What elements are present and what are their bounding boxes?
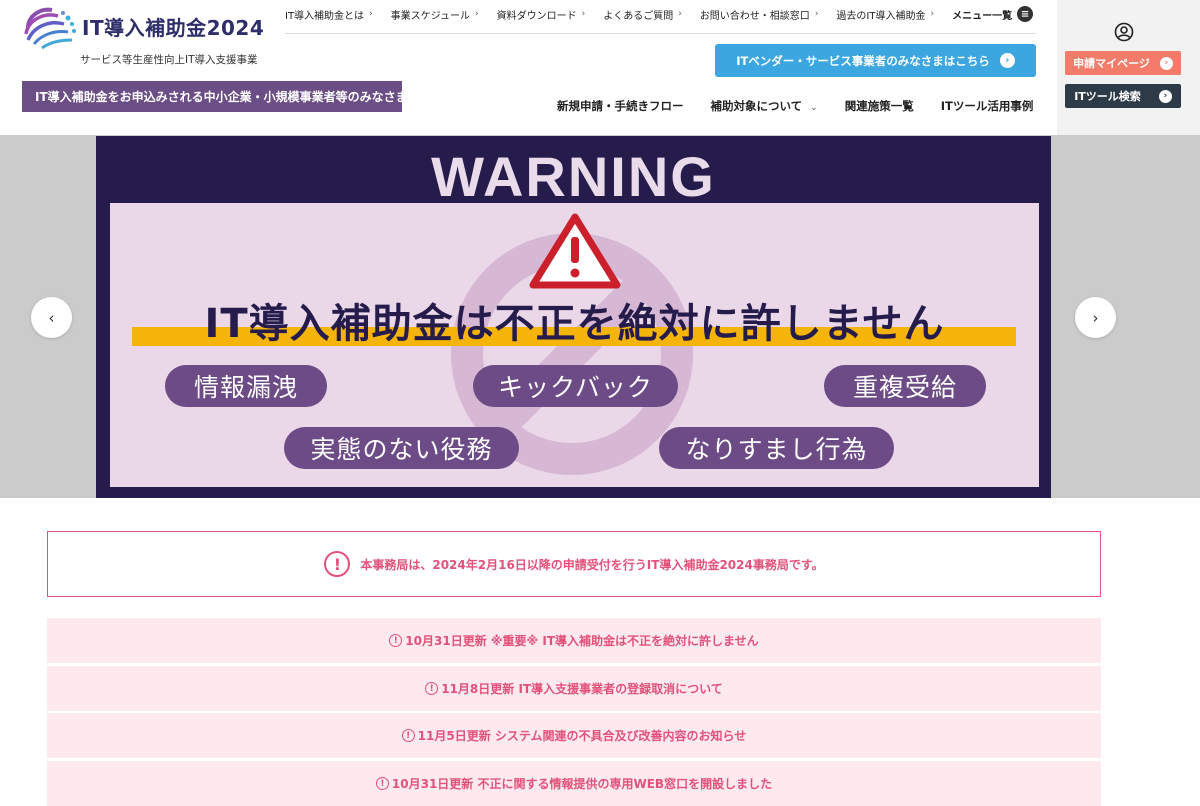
carousel-prev-button[interactable]: ‹ bbox=[31, 297, 72, 338]
site-header: IT導入補助金2024 サービス等生産性向上IT導入支援事業 IT導入補助金をお… bbox=[0, 0, 1200, 136]
menu-list-button[interactable]: メニュー一覧 ≡ bbox=[952, 6, 1034, 22]
main-nav: 新規申請・手続きフロー 補助対象について ⌄ 関連施策一覧 ITツール活用事例 bbox=[557, 98, 1033, 114]
topnav-label: お問い合わせ・相談窓口 bbox=[699, 10, 810, 22]
update-link[interactable]: ! 11月8日更新 IT導入支援事業者の登録取消について bbox=[47, 666, 1101, 711]
notice-text: 本事務局は、2024年2月16日以降の申請受付を行うIT導入補助金2024事務局… bbox=[360, 557, 824, 572]
logo-mark-icon bbox=[24, 7, 76, 50]
account-panel: 申請マイページ › ITツール検索 › bbox=[1057, 0, 1200, 136]
tag-pill: なりすまし行為 bbox=[659, 427, 894, 469]
update-text: 10月31日更新 ※重要※ IT導入補助金は不正を絶対に許しません bbox=[405, 634, 759, 648]
update-text: 11月8日更新 IT導入支援事業者の登録取消について bbox=[441, 682, 723, 696]
mypage-button[interactable]: 申請マイページ › bbox=[1065, 51, 1181, 75]
mainnav-label: 補助対象について bbox=[710, 99, 803, 113]
exclamation-icon: ! bbox=[324, 551, 351, 577]
slide-panel: IT導入補助金は不正を絶対に許しません 情報漏洩 キックバック 重複受給 実態の… bbox=[110, 203, 1039, 487]
topnav-label: よくあるご質問 bbox=[603, 10, 674, 22]
vendor-button-label: ITベンダー・サービス事業者のみなさまはこちら bbox=[736, 53, 990, 68]
chevron-right-icon: › bbox=[369, 9, 373, 19]
update-link[interactable]: ! 10月31日更新 ※重要※ IT導入補助金は不正を絶対に許しません bbox=[47, 618, 1101, 663]
exclamation-icon: ! bbox=[401, 729, 415, 742]
exclamation-icon: ! bbox=[389, 634, 403, 647]
mainnav-item-flow[interactable]: 新規申請・手続きフロー bbox=[557, 98, 684, 114]
hero-carousel: WARNING IT導入補助金は不正を絶対に許しません 情報漏洩 キックバック … bbox=[0, 136, 1200, 498]
tag-pill: 実態のない役務 bbox=[284, 427, 519, 469]
chevron-down-icon: ⌄ bbox=[810, 103, 818, 113]
circle-arrow-right-icon: › bbox=[1159, 56, 1173, 70]
update-text: 11月5日更新 システム関連の不具合及び改善内容のお知らせ bbox=[417, 729, 747, 743]
topnav-label: IT導入補助金とは bbox=[285, 10, 365, 22]
vendor-button[interactable]: ITベンダー・サービス事業者のみなさまはこちら › bbox=[715, 44, 1036, 77]
tag-pill: 重複受給 bbox=[824, 365, 986, 407]
update-link[interactable]: ! 11月5日更新 システム関連の不具合及び改善内容のお知らせ bbox=[47, 713, 1101, 758]
chevron-right-icon: › bbox=[814, 9, 819, 19]
hamburger-icon: ≡ bbox=[1017, 6, 1034, 22]
warning-title: WARNING bbox=[431, 145, 716, 208]
chevron-right-icon: › bbox=[474, 9, 479, 19]
menu-label: メニュー一覧 bbox=[952, 10, 1013, 22]
update-text: 10月31日更新 不正に関する情報提供の専用WEB窓口を開設しました bbox=[391, 777, 773, 791]
topnav-label: 資料ダウンロード bbox=[496, 10, 577, 22]
tool-search-button-label: ITツール検索 bbox=[1074, 90, 1141, 103]
topnav-item-past[interactable]: 過去のIT導入補助金 › bbox=[836, 7, 934, 22]
carousel-slide[interactable]: WARNING IT導入補助金は不正を絶対に許しません 情報漏洩 キックバック … bbox=[96, 136, 1051, 498]
mainnav-item-eligibility[interactable]: 補助対象について ⌄ bbox=[711, 98, 818, 114]
mypage-button-label: 申請マイページ bbox=[1073, 57, 1150, 70]
topnav-item-schedule[interactable]: 事業スケジュール › bbox=[391, 7, 479, 22]
logo-subtitle: サービス等生産性向上IT導入支援事業 bbox=[80, 54, 258, 66]
topnav-divider bbox=[285, 33, 1036, 34]
tag-pill: 情報漏洩 bbox=[165, 365, 327, 407]
topnav-item-faq[interactable]: よくあるご質問 › bbox=[603, 7, 682, 22]
chevron-right-icon: › bbox=[581, 9, 586, 19]
circle-arrow-right-icon: › bbox=[999, 53, 1015, 68]
top-nav: IT導入補助金とは › 事業スケジュール › 資料ダウンロード › よくあるご質問 › … bbox=[285, 6, 1034, 22]
slide-headline: IT導入補助金は不正を絶対に許しません bbox=[204, 301, 945, 347]
chevron-right-icon: › bbox=[1092, 308, 1099, 327]
chevron-left-icon: ‹ bbox=[48, 308, 55, 327]
carousel-next-button[interactable]: › bbox=[1075, 297, 1116, 338]
topnav-label: 事業スケジュール bbox=[390, 10, 470, 22]
audience-banner[interactable]: IT導入補助金をお申込みされる中小企業・小規模事業者等のみなさま bbox=[22, 81, 408, 112]
user-icon[interactable] bbox=[1114, 22, 1134, 42]
topnav-label: 過去のIT導入補助金 bbox=[836, 10, 926, 22]
chevron-right-icon: › bbox=[678, 9, 682, 19]
site-logo[interactable]: IT導入補助金2024 bbox=[22, 4, 265, 54]
topnav-item-downloads[interactable]: 資料ダウンロード › bbox=[497, 7, 586, 22]
update-link[interactable]: ! 10月31日更新 不正に関する情報提供の専用WEB窓口を開設しました bbox=[47, 761, 1101, 806]
logo-text: IT導入補助金2024 bbox=[82, 16, 265, 40]
office-notice: ! 本事務局は、2024年2月16日以降の申請受付を行うIT導入補助金2024事… bbox=[47, 531, 1101, 597]
topnav-item-about[interactable]: IT導入補助金とは › bbox=[285, 7, 373, 22]
chevron-right-icon: › bbox=[930, 9, 935, 19]
exclamation-icon: ! bbox=[425, 682, 439, 695]
tag-pill: キックバック bbox=[473, 365, 678, 407]
mainnav-item-policies[interactable]: 関連施策一覧 bbox=[845, 98, 914, 114]
tool-search-button[interactable]: ITツール検索 › bbox=[1065, 84, 1181, 108]
mainnav-item-cases[interactable]: ITツール活用事例 bbox=[941, 98, 1034, 114]
topnav-item-contact[interactable]: お問い合わせ・相談窓口 › bbox=[700, 7, 819, 22]
warning-triangle-icon bbox=[529, 213, 621, 289]
exclamation-icon: ! bbox=[375, 777, 389, 790]
circle-arrow-right-icon: › bbox=[1158, 89, 1172, 103]
